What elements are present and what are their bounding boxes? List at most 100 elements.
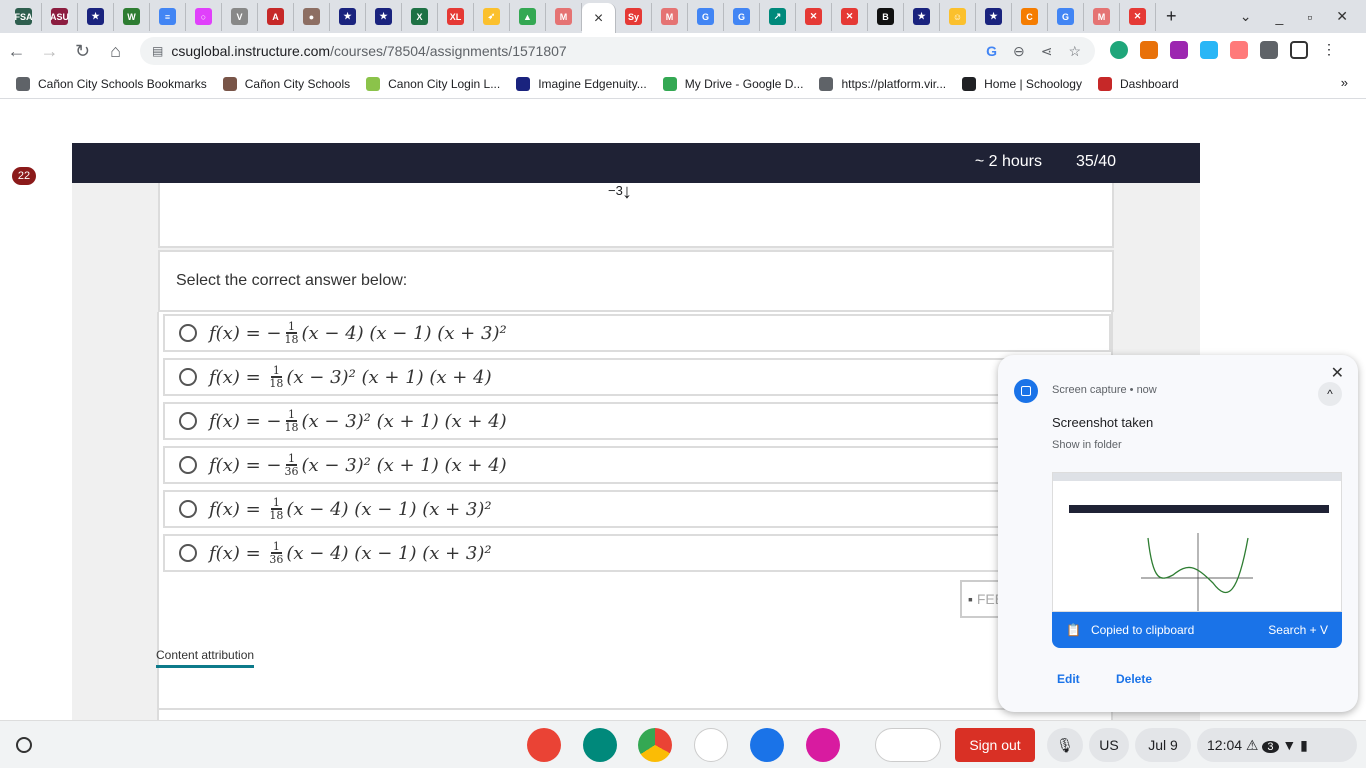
browser-tab[interactable]: M bbox=[652, 2, 688, 31]
bookmark-item[interactable]: Home | Schoology bbox=[962, 76, 1082, 91]
date-indicator[interactable]: Jul 9 bbox=[1135, 728, 1191, 762]
browser-tab[interactable]: ≡ bbox=[150, 2, 186, 31]
classroom-app-icon[interactable] bbox=[583, 728, 617, 762]
close-icon[interactable]: ✕ bbox=[1331, 363, 1344, 383]
puzzle-icon[interactable] bbox=[1260, 41, 1278, 59]
browser-tab[interactable]: Sy bbox=[616, 2, 652, 31]
browser-tab[interactable]: A bbox=[258, 2, 294, 31]
bookmark-star-icon[interactable]: ☆ bbox=[1068, 43, 1081, 60]
menu-icon[interactable]: ⋮ bbox=[1320, 41, 1338, 59]
answer-option[interactable]: f(x) = −1 18 (x − 3)² (x + 1) (x + 4) bbox=[163, 402, 1111, 440]
radio-button[interactable] bbox=[179, 544, 197, 562]
status-tray[interactable]: 12:04 ⚠ 3 ▼ ▮ bbox=[1197, 728, 1357, 762]
chevron-up-icon[interactable]: ^ bbox=[1318, 382, 1342, 406]
site-info-icon[interactable]: ▤ bbox=[152, 44, 163, 58]
browser-tab[interactable]: ☺ bbox=[940, 2, 976, 31]
browser-tab[interactable]: ○ bbox=[186, 2, 222, 31]
canvas-app-icon[interactable] bbox=[527, 728, 561, 762]
browser-tab[interactable]: ★ bbox=[904, 2, 940, 31]
forward-icon[interactable]: → bbox=[33, 41, 66, 62]
browser-tab[interactable]: ✕ bbox=[1120, 2, 1156, 31]
back-icon[interactable]: ← bbox=[0, 41, 33, 62]
browser-tab[interactable]: W bbox=[114, 2, 150, 31]
browser-tab[interactable]: G bbox=[724, 2, 760, 31]
delete-button[interactable]: Delete bbox=[1116, 672, 1152, 686]
reload-icon[interactable]: ↻ bbox=[66, 41, 99, 62]
bookmark-item[interactable]: My Drive - Google D... bbox=[662, 76, 803, 91]
radio-button[interactable] bbox=[179, 324, 197, 342]
bookmark-item[interactable]: Dashboard bbox=[1097, 76, 1179, 91]
sign-out-button[interactable]: Sign out bbox=[955, 728, 1035, 762]
copied-to-clipboard-bar[interactable]: 📋 Copied to clipboard Search + V bbox=[1052, 612, 1342, 648]
extension-icon[interactable] bbox=[1230, 41, 1248, 59]
bookmark-label: Dashboard bbox=[1119, 76, 1179, 91]
close-window-button[interactable]: ✕ bbox=[1336, 8, 1348, 25]
share-icon[interactable]: ⋖ bbox=[1041, 43, 1053, 60]
answer-option[interactable]: f(x) = −1 18 (x − 4) (x − 1) (x + 3)² bbox=[163, 314, 1111, 352]
radio-button[interactable] bbox=[179, 456, 197, 474]
new-tab-button[interactable]: + bbox=[1166, 6, 1177, 27]
browser-tab[interactable]: ✕ bbox=[832, 2, 868, 31]
browser-tab[interactable]: ★ bbox=[78, 2, 114, 31]
stocks-app-icon[interactable] bbox=[694, 728, 728, 762]
browser-tab[interactable]: ↗ bbox=[760, 2, 796, 31]
browser-tab[interactable]: ➶ bbox=[474, 2, 510, 31]
radio-button[interactable] bbox=[179, 368, 197, 386]
answer-option[interactable]: f(x) = 1 36 (x − 4) (x − 1) (x + 3)² bbox=[163, 534, 1111, 572]
answer-option[interactable]: f(x) = 1 18 (x − 3)² (x + 1) (x + 4) bbox=[163, 358, 1111, 396]
browser-tab[interactable]: B bbox=[868, 2, 904, 31]
browser-tab[interactable]: M bbox=[1084, 2, 1120, 31]
home-icon[interactable]: ⌂ bbox=[99, 41, 132, 62]
browser-tab[interactable]: V bbox=[222, 2, 258, 31]
browser-tab[interactable]: ASU bbox=[42, 2, 78, 31]
chrome-icon[interactable] bbox=[638, 728, 672, 762]
edit-button[interactable]: Edit bbox=[1057, 672, 1080, 686]
bookmark-item[interactable]: https://platform.vir... bbox=[819, 76, 946, 91]
active-tab[interactable]: × bbox=[582, 2, 616, 36]
extension-icon[interactable] bbox=[1200, 41, 1218, 59]
screenshot-thumbnail[interactable] bbox=[1052, 472, 1342, 612]
address-bar[interactable]: ▤ csuglobal.instructure.com/courses/7850… bbox=[140, 37, 1095, 65]
browser-tab[interactable]: ★ bbox=[330, 2, 366, 31]
extension-icon[interactable] bbox=[1170, 41, 1188, 59]
browser-tab[interactable]: G bbox=[1048, 2, 1084, 31]
browser-tab[interactable]: C bbox=[1012, 2, 1048, 31]
tote-icon[interactable] bbox=[875, 728, 941, 762]
show-in-folder-link[interactable]: Show in folder bbox=[1052, 439, 1122, 451]
radio-button[interactable] bbox=[179, 412, 197, 430]
side-panel-icon[interactable] bbox=[1290, 41, 1308, 59]
tab-search-icon[interactable]: ⌄ bbox=[1240, 8, 1252, 25]
answer-option[interactable]: f(x) = 1 18 (x − 4) (x − 1) (x + 3)² bbox=[163, 490, 1111, 528]
answer-option[interactable]: f(x) = −1 36 (x − 3)² (x + 1) (x + 4) bbox=[163, 446, 1111, 484]
browser-tab[interactable]: ▲ bbox=[510, 2, 546, 31]
bookmark-item[interactable]: Canon City Login L... bbox=[366, 76, 500, 91]
microphone-icon[interactable]: 🎙 bbox=[1047, 728, 1083, 762]
radio-button[interactable] bbox=[179, 500, 197, 518]
browser-tab[interactable]: FSA bbox=[6, 2, 42, 31]
zoom-icon[interactable]: ⊖ bbox=[1013, 43, 1025, 60]
minimize-button[interactable]: _ bbox=[1276, 9, 1284, 25]
bookmark-item[interactable]: Cañon City Schools bbox=[222, 76, 350, 91]
bookmarks-more[interactable]: » bbox=[1341, 75, 1348, 90]
browser-tab[interactable]: X bbox=[402, 2, 438, 31]
google-icon[interactable]: G bbox=[986, 43, 997, 60]
launcher-icon[interactable] bbox=[16, 737, 32, 753]
extension-icon[interactable] bbox=[1110, 41, 1128, 59]
content-attribution-link[interactable]: Content attribution bbox=[156, 648, 255, 668]
browser-tab[interactable]: ✕ bbox=[796, 2, 832, 31]
browser-tab[interactable]: ★ bbox=[366, 2, 402, 31]
extension-icon[interactable] bbox=[1140, 41, 1158, 59]
browser-tab[interactable]: ● bbox=[294, 2, 330, 31]
browser-tab[interactable]: G bbox=[688, 2, 724, 31]
app-icon[interactable] bbox=[806, 728, 840, 762]
restore-button[interactable]: ▫ bbox=[1307, 9, 1312, 25]
browser-tab[interactable]: M bbox=[546, 2, 582, 31]
browser-tab[interactable]: ★ bbox=[976, 2, 1012, 31]
bookmark-item[interactable]: Imagine Edgenuity... bbox=[516, 76, 647, 91]
formula-body: (x − 3)² (x + 1) (x + 4) bbox=[301, 410, 507, 432]
browser-tab[interactable]: XL bbox=[438, 2, 474, 31]
files-app-icon[interactable] bbox=[750, 728, 784, 762]
bookmark-item[interactable]: Cañon City Schools Bookmarks bbox=[16, 76, 207, 91]
formula-lhs: f(x) = bbox=[209, 542, 261, 564]
ime-indicator[interactable]: US bbox=[1089, 728, 1129, 762]
